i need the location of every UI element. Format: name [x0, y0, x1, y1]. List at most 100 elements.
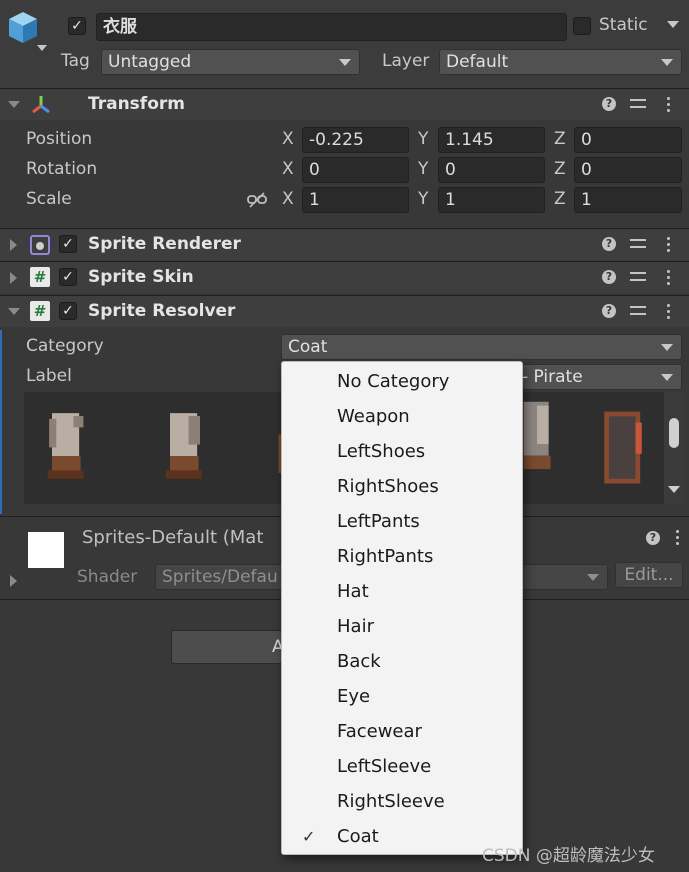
menu-item[interactable]: RightPants: [282, 539, 522, 574]
menu-item[interactable]: LeftShoes: [282, 434, 522, 469]
category-dropdown[interactable]: Coat: [281, 334, 682, 360]
more-options-icon[interactable]: [667, 304, 671, 320]
component-title: Sprite Resolver: [88, 301, 236, 321]
sprite-thumbnail[interactable]: [598, 396, 648, 496]
position-x-label[interactable]: X: [282, 129, 294, 149]
scale-x-label[interactable]: X: [282, 189, 294, 209]
chevron-down-icon: [661, 344, 673, 351]
presets-icon[interactable]: [630, 270, 646, 284]
menu-item-label: Eye: [337, 686, 371, 707]
foldout-arrow[interactable]: [10, 575, 17, 587]
transform-axes-icon: [32, 96, 50, 114]
label-label: Label: [26, 366, 72, 386]
menu-item-label: Coat: [337, 826, 379, 847]
material-preview-swatch[interactable]: [28, 532, 64, 568]
component-title: Transform: [88, 94, 185, 114]
watermark: CSDN @超龄魔法少女: [482, 846, 655, 866]
sprite-resolver-header[interactable]: # ✓ Sprite Resolver ?: [0, 295, 689, 327]
help-icon[interactable]: ?: [602, 97, 616, 111]
static-dropdown-arrow[interactable]: [667, 21, 679, 28]
material-name: Sprites-Default (Mat: [82, 527, 264, 548]
position-label: Position: [26, 129, 93, 149]
gameobject-name-field[interactable]: 衣服: [96, 13, 567, 41]
menu-item[interactable]: Back: [282, 644, 522, 679]
menu-item[interactable]: LeftPants: [282, 504, 522, 539]
component-title: Sprite Renderer: [88, 234, 241, 254]
help-icon[interactable]: ?: [646, 531, 660, 545]
chevron-down-icon: [661, 59, 673, 66]
rotation-x-field[interactable]: 0: [302, 157, 409, 183]
chevron-down-icon[interactable]: [37, 45, 47, 51]
menu-item[interactable]: Hair: [282, 609, 522, 644]
help-icon[interactable]: ?: [602, 237, 616, 251]
more-options-icon[interactable]: [676, 530, 680, 546]
scrollbar-thumb[interactable]: [669, 418, 679, 448]
sprite-resolver-checkbox[interactable]: ✓: [59, 302, 77, 320]
rotation-x-label[interactable]: X: [282, 159, 294, 179]
help-icon[interactable]: ?: [602, 304, 616, 318]
scale-y-label[interactable]: Y: [418, 189, 428, 209]
shader-edit-button[interactable]: Edit...: [615, 562, 683, 588]
static-checkbox[interactable]: [573, 17, 591, 35]
menu-item[interactable]: Weapon: [282, 399, 522, 434]
position-z-label[interactable]: Z: [554, 129, 566, 149]
chevron-down-icon: [339, 59, 351, 66]
tag-dropdown[interactable]: Untagged: [101, 49, 360, 75]
gameobject-cube-icon[interactable]: [6, 10, 40, 46]
position-y-field[interactable]: 1.145: [438, 127, 545, 153]
label-value: - Pirate: [522, 367, 583, 387]
rotation-z-field[interactable]: 0: [574, 157, 682, 183]
chevron-down-icon: [587, 574, 599, 581]
menu-item[interactable]: Eye: [282, 679, 522, 714]
more-options-icon[interactable]: [667, 97, 671, 113]
menu-item[interactable]: RightShoes: [282, 469, 522, 504]
sprite-renderer-checkbox[interactable]: ✓: [59, 235, 77, 253]
sprite-thumbnail[interactable]: [160, 396, 210, 496]
category-dropdown-menu[interactable]: No Category Weapon LeftShoes RightShoes …: [281, 361, 523, 855]
help-icon[interactable]: ?: [602, 270, 616, 284]
menu-item[interactable]: No Category: [282, 364, 522, 399]
position-y-label[interactable]: Y: [418, 129, 428, 149]
scale-x-field[interactable]: 1: [302, 187, 409, 213]
foldout-arrow[interactable]: [8, 308, 20, 315]
transform-header[interactable]: Transform ?: [0, 88, 689, 120]
active-checkbox[interactable]: ✓: [68, 17, 86, 35]
rotation-z-label[interactable]: Z: [554, 159, 566, 179]
scroll-down-arrow[interactable]: [668, 486, 680, 493]
tag-value: Untagged: [108, 52, 192, 72]
layer-dropdown[interactable]: Default: [439, 49, 682, 75]
rotation-y-label[interactable]: Y: [418, 159, 428, 179]
sprite-skin-checkbox[interactable]: ✓: [59, 268, 77, 286]
scale-z-label[interactable]: Z: [554, 189, 566, 209]
sprite-renderer-icon: [30, 235, 50, 255]
scrollbar[interactable]: [664, 392, 684, 504]
more-options-icon[interactable]: [667, 270, 671, 286]
position-z-field[interactable]: 0: [574, 127, 682, 153]
sprite-renderer-header[interactable]: ✓ Sprite Renderer ?: [0, 228, 689, 260]
foldout-arrow[interactable]: [10, 239, 17, 251]
sprite-skin-header[interactable]: # ✓ Sprite Skin ?: [0, 261, 689, 293]
menu-item-label: No Category: [337, 371, 450, 392]
unlink-icon[interactable]: [247, 192, 267, 208]
menu-item[interactable]: RightSleeve: [282, 784, 522, 819]
position-x-field[interactable]: -0.225: [302, 127, 409, 153]
menu-item[interactable]: LeftSleeve: [282, 749, 522, 784]
menu-item[interactable]: Facewear: [282, 714, 522, 749]
menu-item-label: LeftPants: [337, 511, 420, 532]
sprite-thumbnail[interactable]: [42, 396, 92, 496]
more-options-icon[interactable]: [667, 237, 671, 253]
foldout-arrow[interactable]: [8, 101, 20, 108]
scale-y-field[interactable]: 1: [438, 187, 545, 213]
menu-item[interactable]: Hat: [282, 574, 522, 609]
hash-script-icon: #: [30, 267, 50, 287]
presets-icon[interactable]: [630, 97, 646, 111]
presets-icon[interactable]: [630, 304, 646, 318]
scale-z-field[interactable]: 1: [574, 187, 682, 213]
menu-item-label: RightPants: [337, 546, 434, 567]
checkmark-icon: ✓: [302, 827, 316, 846]
foldout-arrow[interactable]: [10, 272, 17, 284]
presets-icon[interactable]: [630, 237, 646, 251]
rotation-y-field[interactable]: 0: [438, 157, 545, 183]
component-title: Sprite Skin: [88, 267, 194, 287]
menu-item-label: Hair: [337, 616, 374, 637]
